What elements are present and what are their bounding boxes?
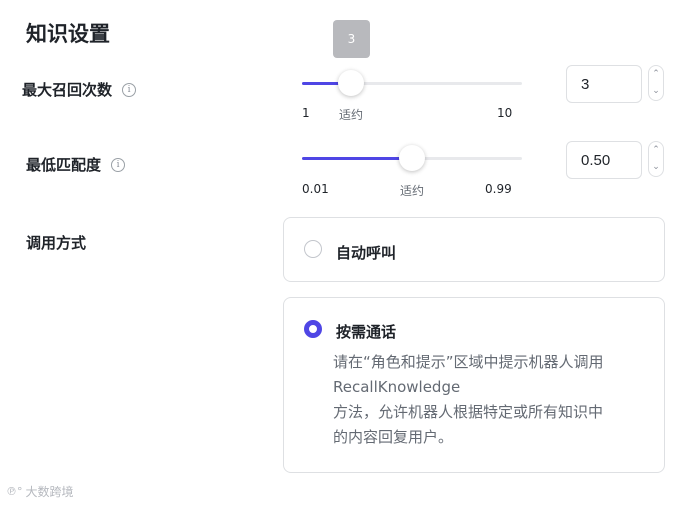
max-recall-slider[interactable] — [302, 70, 522, 96]
option-title: 按需通话 — [336, 323, 397, 341]
watermark-logo-icon: ℗° — [6, 485, 23, 498]
option-card-on-demand[interactable]: 按需通话 请在“角色和提示”区域中提示机器人调用 RecallKnowledge… — [283, 297, 665, 473]
slider-max-label: 10 — [497, 106, 513, 120]
option-card-auto-call[interactable]: 自动呼叫 — [283, 217, 665, 282]
radio-auto-call[interactable] — [304, 240, 322, 258]
info-icon[interactable]: i — [111, 157, 126, 172]
chevron-down-icon[interactable]: ⌄ — [652, 163, 660, 172]
stepper-buttons[interactable]: ⌃ ⌄ — [648, 141, 664, 177]
slider-default-label: 适约 — [400, 184, 425, 198]
max-recall-stepper[interactable]: 3 ⌃ ⌄ — [566, 65, 666, 103]
slider-default-label: 适约 — [339, 108, 364, 122]
watermark: ℗° 大数跨境 — [6, 483, 74, 500]
min-match-input[interactable]: 0.50 — [566, 141, 642, 179]
max-recall-row-label: 最大召回次数 i — [22, 79, 137, 100]
knowledge-settings-panel: 知识设置 最大召回次数 i 3 1 适约 10 3 ⌃ ⌄ 最低匹配度 i 0.… — [0, 0, 692, 505]
slider-min-label: 0.01 — [302, 182, 329, 196]
min-match-stepper[interactable]: 0.50 ⌃ ⌄ — [566, 141, 666, 179]
slider-value-tooltip: 3 — [333, 20, 370, 58]
option-description: 请在“角色和提示”区域中提示机器人调用 RecallKnowledge 方法，允… — [333, 350, 648, 450]
call-mode-label: 调用方式 — [26, 234, 87, 252]
chevron-up-icon[interactable]: ⌃ — [652, 70, 660, 79]
chevron-down-icon[interactable]: ⌄ — [652, 87, 660, 96]
min-match-row-label: 最低匹配度 i — [26, 154, 126, 175]
slider-fill — [302, 157, 412, 160]
min-match-slider[interactable] — [302, 145, 522, 171]
slider-min-label: 1 — [302, 106, 310, 120]
chevron-up-icon[interactable]: ⌃ — [652, 146, 660, 155]
section-title: 知识设置 — [26, 22, 110, 46]
option-description-line: 的内容回复用户。 — [333, 428, 454, 446]
slider-thumb[interactable] — [399, 145, 425, 171]
stepper-buttons[interactable]: ⌃ ⌄ — [648, 65, 664, 101]
slider-thumb[interactable] — [337, 70, 364, 96]
max-recall-input[interactable]: 3 — [566, 65, 642, 103]
info-icon[interactable]: i — [122, 82, 137, 97]
max-recall-label: 最大召回次数 — [22, 81, 113, 99]
watermark-text: 大数跨境 — [25, 485, 74, 499]
option-description-line: RecallKnowledge — [333, 378, 461, 396]
min-match-label: 最低匹配度 — [26, 156, 102, 174]
option-description-line: 方法，允许机器人根据特定或所有知识中 — [333, 403, 604, 421]
option-description-line: 请在“角色和提示”区域中提示机器人调用 — [333, 353, 604, 371]
option-title: 自动呼叫 — [336, 244, 397, 262]
radio-on-demand[interactable] — [304, 320, 322, 338]
slider-max-label: 0.99 — [485, 182, 512, 196]
